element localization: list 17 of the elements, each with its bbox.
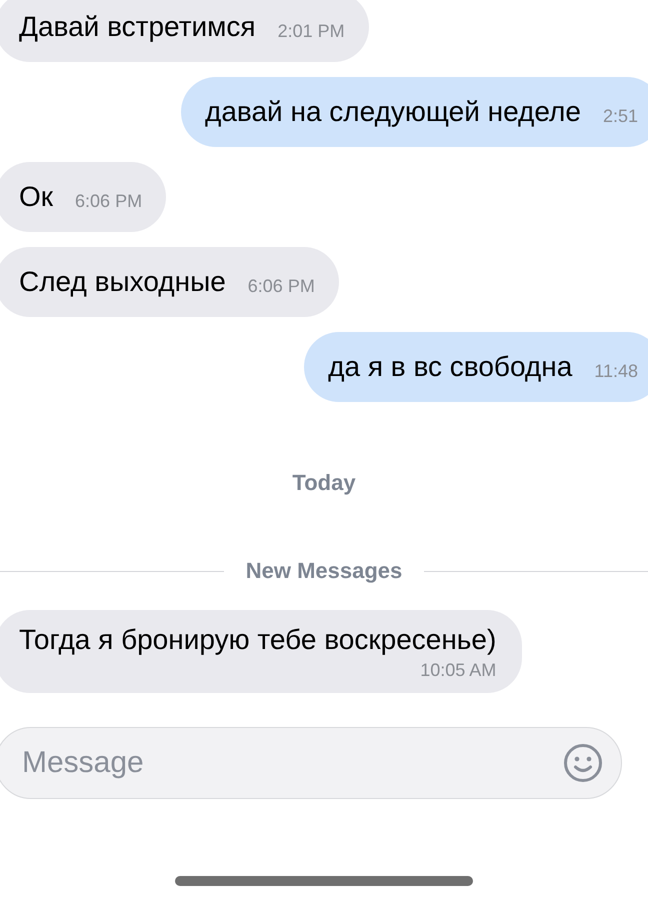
message-text: Ок [19, 181, 54, 213]
message-time: 6:06 PM [248, 276, 315, 296]
day-separator: Today [292, 470, 356, 496]
message-time: 2:01 PM [278, 20, 345, 42]
message-input[interactable]: Message [20, 745, 563, 781]
message-text: Тогда я бронирую тебе воскресенье) [19, 624, 496, 656]
message-field[interactable]: Message [0, 727, 622, 799]
message-time: 11:48 [594, 360, 638, 382]
message-text: Давай встретимся [19, 11, 256, 43]
message-time: 6:06 PM [75, 190, 142, 212]
new-messages-divider: New Messages [246, 558, 402, 584]
message-text: давай на следующей неделе [205, 96, 581, 128]
message-time: 10:05 AM [420, 660, 496, 681]
message-text: да я в вс свободна [328, 351, 572, 383]
message-text: След выходные [19, 266, 226, 298]
message-time: 2:51 [602, 106, 638, 126]
emoji-icon[interactable] [563, 743, 603, 783]
